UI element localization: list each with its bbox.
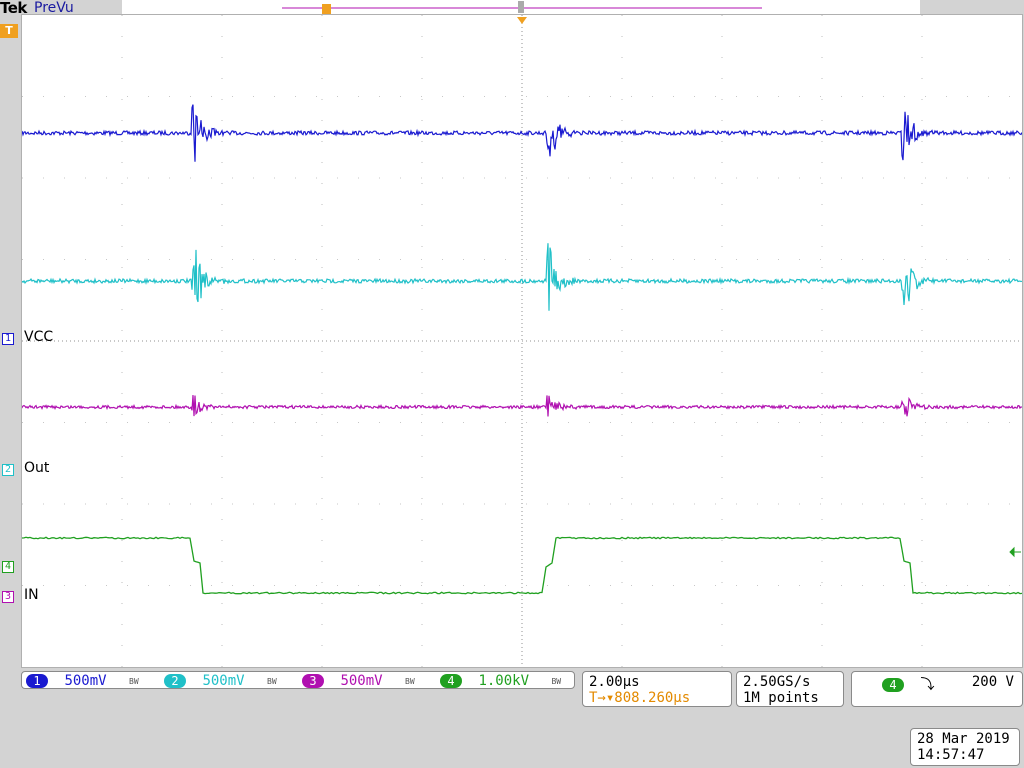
ch4-bandwidth-icon: BW <box>551 676 562 686</box>
horizontal-delay: T→▾808.260µs <box>589 690 691 706</box>
trigger-marker-icon: T <box>0 24 18 38</box>
delay-icon: T→▾ <box>589 690 615 706</box>
ch2-bandwidth-icon: BW <box>267 676 277 686</box>
ch1-waveform <box>22 104 1022 162</box>
acquisition-readout[interactable]: 2.50GS/s 1M points <box>736 671 844 707</box>
date-time-readout: 28 Mar 2019 14:57:47 <box>910 728 1020 766</box>
trigger-slope-icon: ⤵ <box>920 677 935 693</box>
ch1-label: VCC <box>24 329 54 345</box>
time: 14:57:47 <box>917 747 985 763</box>
channel-readout-bar[interactable]: 1 500mV BW 2 500mV BW 3 500mV BW 4 1.00k… <box>21 671 575 689</box>
ch3-readout[interactable]: 3 500mV BW <box>302 673 415 689</box>
ch3-bandwidth-icon: BW <box>405 676 415 686</box>
ch3-scale: 500mV <box>340 673 383 689</box>
ch4-waveform <box>22 536 1022 595</box>
ch3-ground-marker[interactable]: 3 <box>0 589 14 603</box>
trigger-position-icon <box>322 4 331 14</box>
trigger-position-arrow-icon <box>517 17 527 24</box>
ch4-ground-marker[interactable]: 4 <box>0 559 14 573</box>
ch2-label: Out <box>24 460 50 476</box>
record-view-bar[interactable] <box>122 0 920 14</box>
record-length: 1M points <box>743 690 819 706</box>
ch3-waveform <box>22 395 1022 417</box>
trigger-source: 4 <box>882 678 904 692</box>
ch2-waveform <box>22 243 1022 311</box>
timebase-scale: 2.00µs <box>589 674 640 690</box>
waveform-display[interactable] <box>21 14 1023 668</box>
ch1-ground-marker[interactable]: 1 <box>0 331 14 345</box>
bottom-readout-area: 1 500mV BW 2 500mV BW 3 500mV BW 4 1.00k… <box>0 669 1024 768</box>
graticule-dots <box>22 15 1022 667</box>
ch2-scale: 500mV <box>202 673 245 689</box>
sample-rate: 2.50GS/s <box>743 674 811 690</box>
ch1-readout[interactable]: 1 500mV BW <box>26 673 139 689</box>
trigger-level: 200 V <box>971 674 1014 690</box>
ch1-scale: 500mV <box>64 673 107 689</box>
ch2-readout[interactable]: 2 500mV BW <box>164 673 277 689</box>
ch3-label: IN <box>24 587 39 603</box>
ch1-bandwidth-icon: BW <box>129 676 139 686</box>
ch4-scale: 1.00kV <box>478 673 530 689</box>
ch4-readout[interactable]: 4 1.00kV BW <box>440 673 561 689</box>
horizontal-readout[interactable]: 2.00µs T→▾808.260µs <box>582 671 732 707</box>
record-view-graphic <box>282 1 762 14</box>
date: 28 Mar 2019 <box>917 731 1010 747</box>
waveform-graticule <box>22 15 1022 667</box>
trigger-level-arrow-icon <box>1009 546 1021 558</box>
ch2-ground-marker[interactable]: 2 <box>0 462 14 476</box>
expansion-point-icon <box>518 1 524 13</box>
trigger-readout[interactable]: 4 ⤵ 200 V <box>851 671 1023 707</box>
